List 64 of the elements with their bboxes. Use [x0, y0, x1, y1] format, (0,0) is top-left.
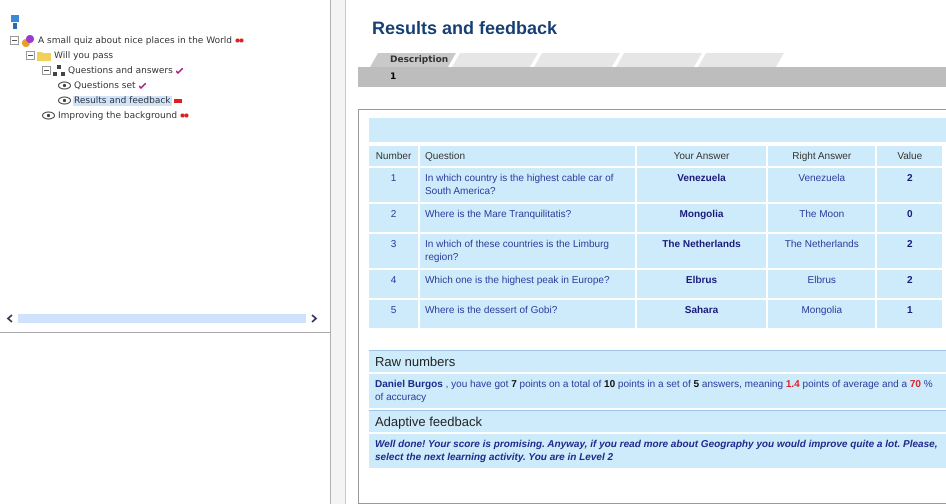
column-header: Number [369, 146, 418, 166]
column-header: Question [420, 146, 635, 166]
table-cell: Elbrus [768, 270, 876, 298]
infinity-icon [180, 113, 190, 118]
tree-item[interactable]: Will you pass [53, 50, 114, 60]
eye-icon [42, 111, 55, 120]
table-cell: 3 [369, 234, 418, 268]
scroll-left-icon[interactable] [6, 314, 14, 322]
table-cell: Where is the Mare Tranquilitatis? [420, 204, 635, 232]
table-cell: Sahara [636, 300, 766, 328]
table-cell: 2 [877, 168, 942, 202]
page-title: Results and feedback [372, 18, 558, 39]
tree-item[interactable]: Questions and answers [67, 66, 174, 76]
table-cell: 1 [369, 168, 418, 202]
hierarchy-icon [53, 65, 65, 76]
feedback-text: Well done! Your score is promising. Anyway, if you read more about Geography you would improve quite a lot. Please, select the next learning activity. You are in Level 2 [369, 434, 946, 468]
tab[interactable] [698, 53, 784, 67]
tab[interactable] [616, 53, 702, 67]
column-header: Value [877, 146, 942, 166]
splitter-bar[interactable] [331, 0, 346, 504]
eye-icon [58, 96, 71, 105]
table-cell: 5 [369, 300, 418, 328]
table-cell: Elbrus [636, 270, 766, 298]
collapse-icon[interactable] [26, 51, 35, 60]
table-cell: 0 [877, 204, 942, 232]
tab[interactable] [452, 53, 538, 67]
page-number-bar: 1 [358, 67, 946, 87]
table-cell: Mongolia [768, 300, 876, 328]
table-cell: In which of these countries is the Limburg region? [420, 234, 635, 268]
table-cell: Which one is the highest peak in Europe? [420, 270, 635, 298]
table-cell: The Netherlands [636, 234, 766, 268]
dash-icon [174, 98, 182, 102]
collapse-icon[interactable] [42, 66, 51, 75]
folder-icon [37, 50, 51, 61]
score-summary: Daniel Burgos , you have got 7 points on a total of 10 points in a set of 5 answers, meaning 1.4 points of average and a 70 % of accuracy [369, 374, 946, 408]
tab[interactable] [534, 53, 620, 67]
tree-item[interactable]: A small quiz about nice places in the World [37, 36, 233, 46]
table-cell: The Netherlands [768, 234, 876, 268]
tree-item[interactable]: Results and feedback [73, 96, 172, 106]
table-cell: 2 [877, 234, 942, 268]
tree-item[interactable]: Improving the background [57, 110, 178, 120]
scrollbar-track[interactable] [18, 314, 306, 322]
section-heading: Raw numbers [369, 350, 946, 372]
table-cell: Where is the dessert of Gobi? [420, 300, 635, 328]
table-cell: Venezuela [768, 168, 876, 202]
table-cell: In which country is the highest cable car of South America? [420, 168, 635, 202]
column-header: Right Answer [768, 146, 876, 166]
table-cell: 2 [369, 204, 418, 232]
scroll-right-icon[interactable] [310, 314, 318, 322]
table-cell: Mongolia [636, 204, 766, 232]
tree-item[interactable]: Questions set [73, 80, 137, 90]
section-heading: Adaptive feedback [369, 410, 946, 432]
table-cell: 2 [877, 270, 942, 298]
infinity-icon [234, 38, 244, 43]
check-icon [176, 68, 183, 74]
column-header: Your Answer [636, 146, 766, 166]
check-icon [138, 82, 146, 88]
table-cell: 4 [369, 270, 418, 298]
collapse-icon[interactable] [10, 36, 19, 45]
table-cell: Venezuela [636, 168, 766, 202]
table-cell: 1 [877, 300, 942, 328]
table-cell: The Moon [768, 204, 876, 232]
tab[interactable]: Description [370, 53, 456, 67]
eye-icon [58, 81, 71, 90]
